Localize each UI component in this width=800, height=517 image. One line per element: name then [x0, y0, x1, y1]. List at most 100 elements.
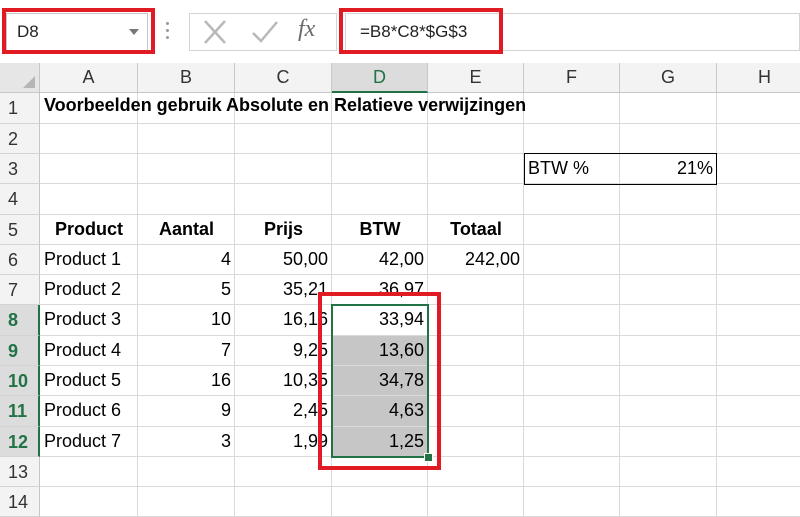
row-header-10[interactable]: 10	[0, 366, 40, 396]
header-totaal[interactable]: Totaal	[428, 215, 524, 245]
grid-cell[interactable]	[524, 457, 620, 487]
check-icon[interactable]	[250, 18, 280, 46]
grid-cell[interactable]	[40, 124, 138, 154]
aantal-cell[interactable]: 3	[138, 427, 235, 457]
grid-cell[interactable]	[524, 275, 620, 305]
grid-cell[interactable]	[40, 457, 138, 487]
aantal-cell[interactable]: 5	[138, 275, 235, 305]
grid-cell[interactable]	[717, 154, 800, 184]
grid-cell[interactable]	[428, 487, 524, 517]
row-header-9[interactable]: 9	[0, 336, 40, 366]
column-header-f[interactable]: F	[524, 63, 620, 93]
grid-cell[interactable]	[524, 366, 620, 396]
grid-cell[interactable]	[620, 487, 717, 517]
grid-cell[interactable]	[138, 154, 235, 184]
aantal-cell[interactable]: 7	[138, 336, 235, 366]
grid-cell[interactable]	[620, 93, 717, 124]
grid-cell[interactable]	[717, 396, 800, 427]
grid-cell[interactable]	[332, 487, 428, 517]
grid-cell[interactable]	[524, 427, 620, 457]
x-icon[interactable]	[200, 18, 230, 46]
grid-cell[interactable]	[620, 245, 717, 275]
grid-cell[interactable]	[717, 366, 800, 396]
grid-cell[interactable]	[620, 366, 717, 396]
column-header-c[interactable]: C	[235, 63, 332, 93]
grid-cell[interactable]	[235, 184, 332, 215]
grid-cell[interactable]	[717, 184, 800, 215]
totaal-cell[interactable]	[428, 275, 524, 305]
column-header-d[interactable]: D	[332, 63, 428, 93]
grid-cell[interactable]	[40, 184, 138, 215]
column-header-g[interactable]: G	[620, 63, 717, 93]
grid-cell[interactable]	[138, 457, 235, 487]
grid-cell[interactable]	[332, 124, 428, 154]
totaal-cell[interactable]: 242,00	[428, 245, 524, 275]
grid-cell[interactable]	[620, 457, 717, 487]
grid-cell[interactable]	[717, 245, 800, 275]
grid-cell[interactable]	[524, 245, 620, 275]
product-cell[interactable]: Product 4	[40, 336, 138, 366]
row-header-8[interactable]: 8	[0, 305, 40, 336]
grid-cell[interactable]	[717, 487, 800, 517]
grid-cell[interactable]	[235, 487, 332, 517]
totaal-cell[interactable]	[428, 427, 524, 457]
grid-cell[interactable]	[620, 305, 717, 336]
grid-cell[interactable]	[620, 336, 717, 366]
row-header-14[interactable]: 14	[0, 487, 40, 517]
select-all-button[interactable]	[0, 63, 40, 93]
product-cell[interactable]: Product 2	[40, 275, 138, 305]
grid-cell[interactable]	[235, 154, 332, 184]
grid-cell[interactable]	[620, 124, 717, 154]
header-prijs[interactable]: Prijs	[235, 215, 332, 245]
row-header-12[interactable]: 12	[0, 427, 40, 457]
grid-cell[interactable]	[717, 93, 800, 124]
drag-handle-icon[interactable]	[166, 22, 169, 42]
row-header-11[interactable]: 11	[0, 396, 40, 427]
grid-cell[interactable]	[138, 184, 235, 215]
column-header-e[interactable]: E	[428, 63, 524, 93]
grid-cell[interactable]	[524, 184, 620, 215]
product-cell[interactable]: Product 3	[40, 305, 138, 336]
totaal-cell[interactable]	[428, 336, 524, 366]
btw-cell[interactable]: 42,00	[332, 245, 428, 275]
column-header-h[interactable]: H	[717, 63, 800, 93]
grid-cell[interactable]	[235, 124, 332, 154]
grid-cell[interactable]	[524, 487, 620, 517]
aantal-cell[interactable]: 10	[138, 305, 235, 336]
grid-cell[interactable]	[332, 184, 428, 215]
grid-cell[interactable]	[717, 427, 800, 457]
header-btw[interactable]: BTW	[332, 215, 428, 245]
grid-cell[interactable]	[138, 124, 235, 154]
aantal-cell[interactable]: 9	[138, 396, 235, 427]
grid-cell[interactable]	[717, 457, 800, 487]
aantal-cell[interactable]: 16	[138, 366, 235, 396]
product-cell[interactable]: Product 6	[40, 396, 138, 427]
grid-cell[interactable]	[620, 396, 717, 427]
product-cell[interactable]: Product 1	[40, 245, 138, 275]
grid-cell[interactable]	[717, 305, 800, 336]
row-header-13[interactable]: 13	[0, 457, 40, 487]
grid-cell[interactable]	[717, 275, 800, 305]
grid-cell[interactable]	[138, 487, 235, 517]
grid-cell[interactable]	[620, 184, 717, 215]
grid-cell[interactable]	[40, 154, 138, 184]
grid-cell[interactable]	[40, 487, 138, 517]
grid-cell[interactable]	[620, 275, 717, 305]
insert-function-icon[interactable]: fx	[298, 16, 315, 43]
grid-cell[interactable]	[524, 215, 620, 245]
product-cell[interactable]: Product 7	[40, 427, 138, 457]
totaal-cell[interactable]	[428, 366, 524, 396]
btw-value[interactable]: 21%	[620, 154, 717, 184]
grid-cell[interactable]	[620, 215, 717, 245]
grid-cell[interactable]	[717, 124, 800, 154]
prijs-cell[interactable]: 50,00	[235, 245, 332, 275]
grid-cell[interactable]	[524, 305, 620, 336]
row-header-6[interactable]: 6	[0, 245, 40, 275]
grid-cell[interactable]	[428, 457, 524, 487]
totaal-cell[interactable]	[428, 305, 524, 336]
totaal-cell[interactable]	[428, 396, 524, 427]
product-cell[interactable]: Product 5	[40, 366, 138, 396]
btw-label[interactable]: BTW %	[524, 154, 620, 184]
grid-cell[interactable]	[620, 427, 717, 457]
grid-cell[interactable]	[428, 154, 524, 184]
